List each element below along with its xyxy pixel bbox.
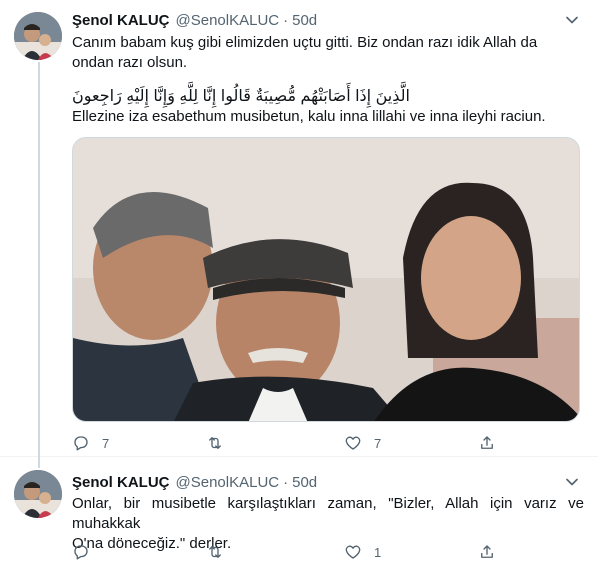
thread-line	[38, 62, 40, 456]
tweet-text-line: Onlar, bir musibetle karşılaştıkları zam…	[72, 495, 584, 532]
reply-button[interactable]: 7	[72, 433, 109, 453]
like-count: 1	[374, 544, 382, 560]
like-button[interactable]: 1	[344, 542, 381, 562]
tweet-text-line: Canım babam kuş gibi elimizden uçtu gitt…	[72, 34, 538, 51]
reply-count: 7	[102, 435, 110, 451]
share-icon	[481, 545, 493, 558]
timestamp[interactable]: 50d	[292, 12, 317, 29]
tweet-header: Şenol KALUÇ @SenolKALUC · 50d	[72, 10, 317, 30]
separator-dot: ·	[283, 473, 289, 491]
thread-line	[38, 456, 40, 468]
author-handle[interactable]: @SenolKALUC	[176, 12, 280, 29]
reply-button[interactable]	[72, 542, 102, 562]
chevron-down-icon[interactable]	[562, 472, 582, 492]
chevron-down-icon[interactable]	[562, 10, 582, 30]
transliteration-text: Ellezine iza esabethum musibetun, kalu i…	[72, 108, 546, 125]
reply-icon	[74, 545, 88, 560]
tweet-text: Canım babam kuş gibi elimizden uçtu gitt…	[72, 33, 582, 73]
like-button[interactable]: 7	[344, 433, 381, 453]
heart-icon	[345, 436, 361, 450]
avatar[interactable]	[14, 470, 62, 518]
reply-icon	[74, 436, 88, 451]
heart-icon	[345, 545, 361, 559]
author-handle[interactable]: @SenolKALUC	[176, 474, 280, 491]
retweet-icon	[209, 546, 221, 558]
tweet-photo[interactable]	[72, 137, 580, 422]
avatar[interactable]	[14, 12, 62, 60]
tweet-text-line: ondan razı olsun.	[72, 54, 188, 71]
arabic-verse: الَّذِينَ إِذَا أَصَابَتْهُم مُّصِيبَةٌ …	[72, 88, 410, 105]
share-icon	[481, 436, 493, 449]
author-name[interactable]: Şenol KALUÇ	[72, 12, 170, 29]
tweet-2[interactable]: Şenol KALUÇ @SenolKALUC · 50d Onlar, bir…	[0, 456, 598, 570]
author-name[interactable]: Şenol KALUÇ	[72, 474, 170, 491]
timestamp[interactable]: 50d	[292, 474, 317, 491]
tweet-actions: 7 7	[72, 433, 493, 453]
retweet-button[interactable]	[206, 542, 236, 562]
like-count: 7	[374, 435, 382, 451]
retweet-button[interactable]	[206, 433, 236, 453]
retweet-icon	[209, 437, 221, 449]
tweet-actions: 1	[72, 542, 493, 562]
tweet-header: Şenol KALUÇ @SenolKALUC · 50d	[72, 472, 317, 492]
share-button[interactable]	[478, 542, 496, 562]
share-button[interactable]	[478, 433, 496, 453]
separator-dot: ·	[283, 11, 289, 29]
tweet-1[interactable]: Şenol KALUÇ @SenolKALUC · 50d Canım baba…	[0, 0, 598, 456]
